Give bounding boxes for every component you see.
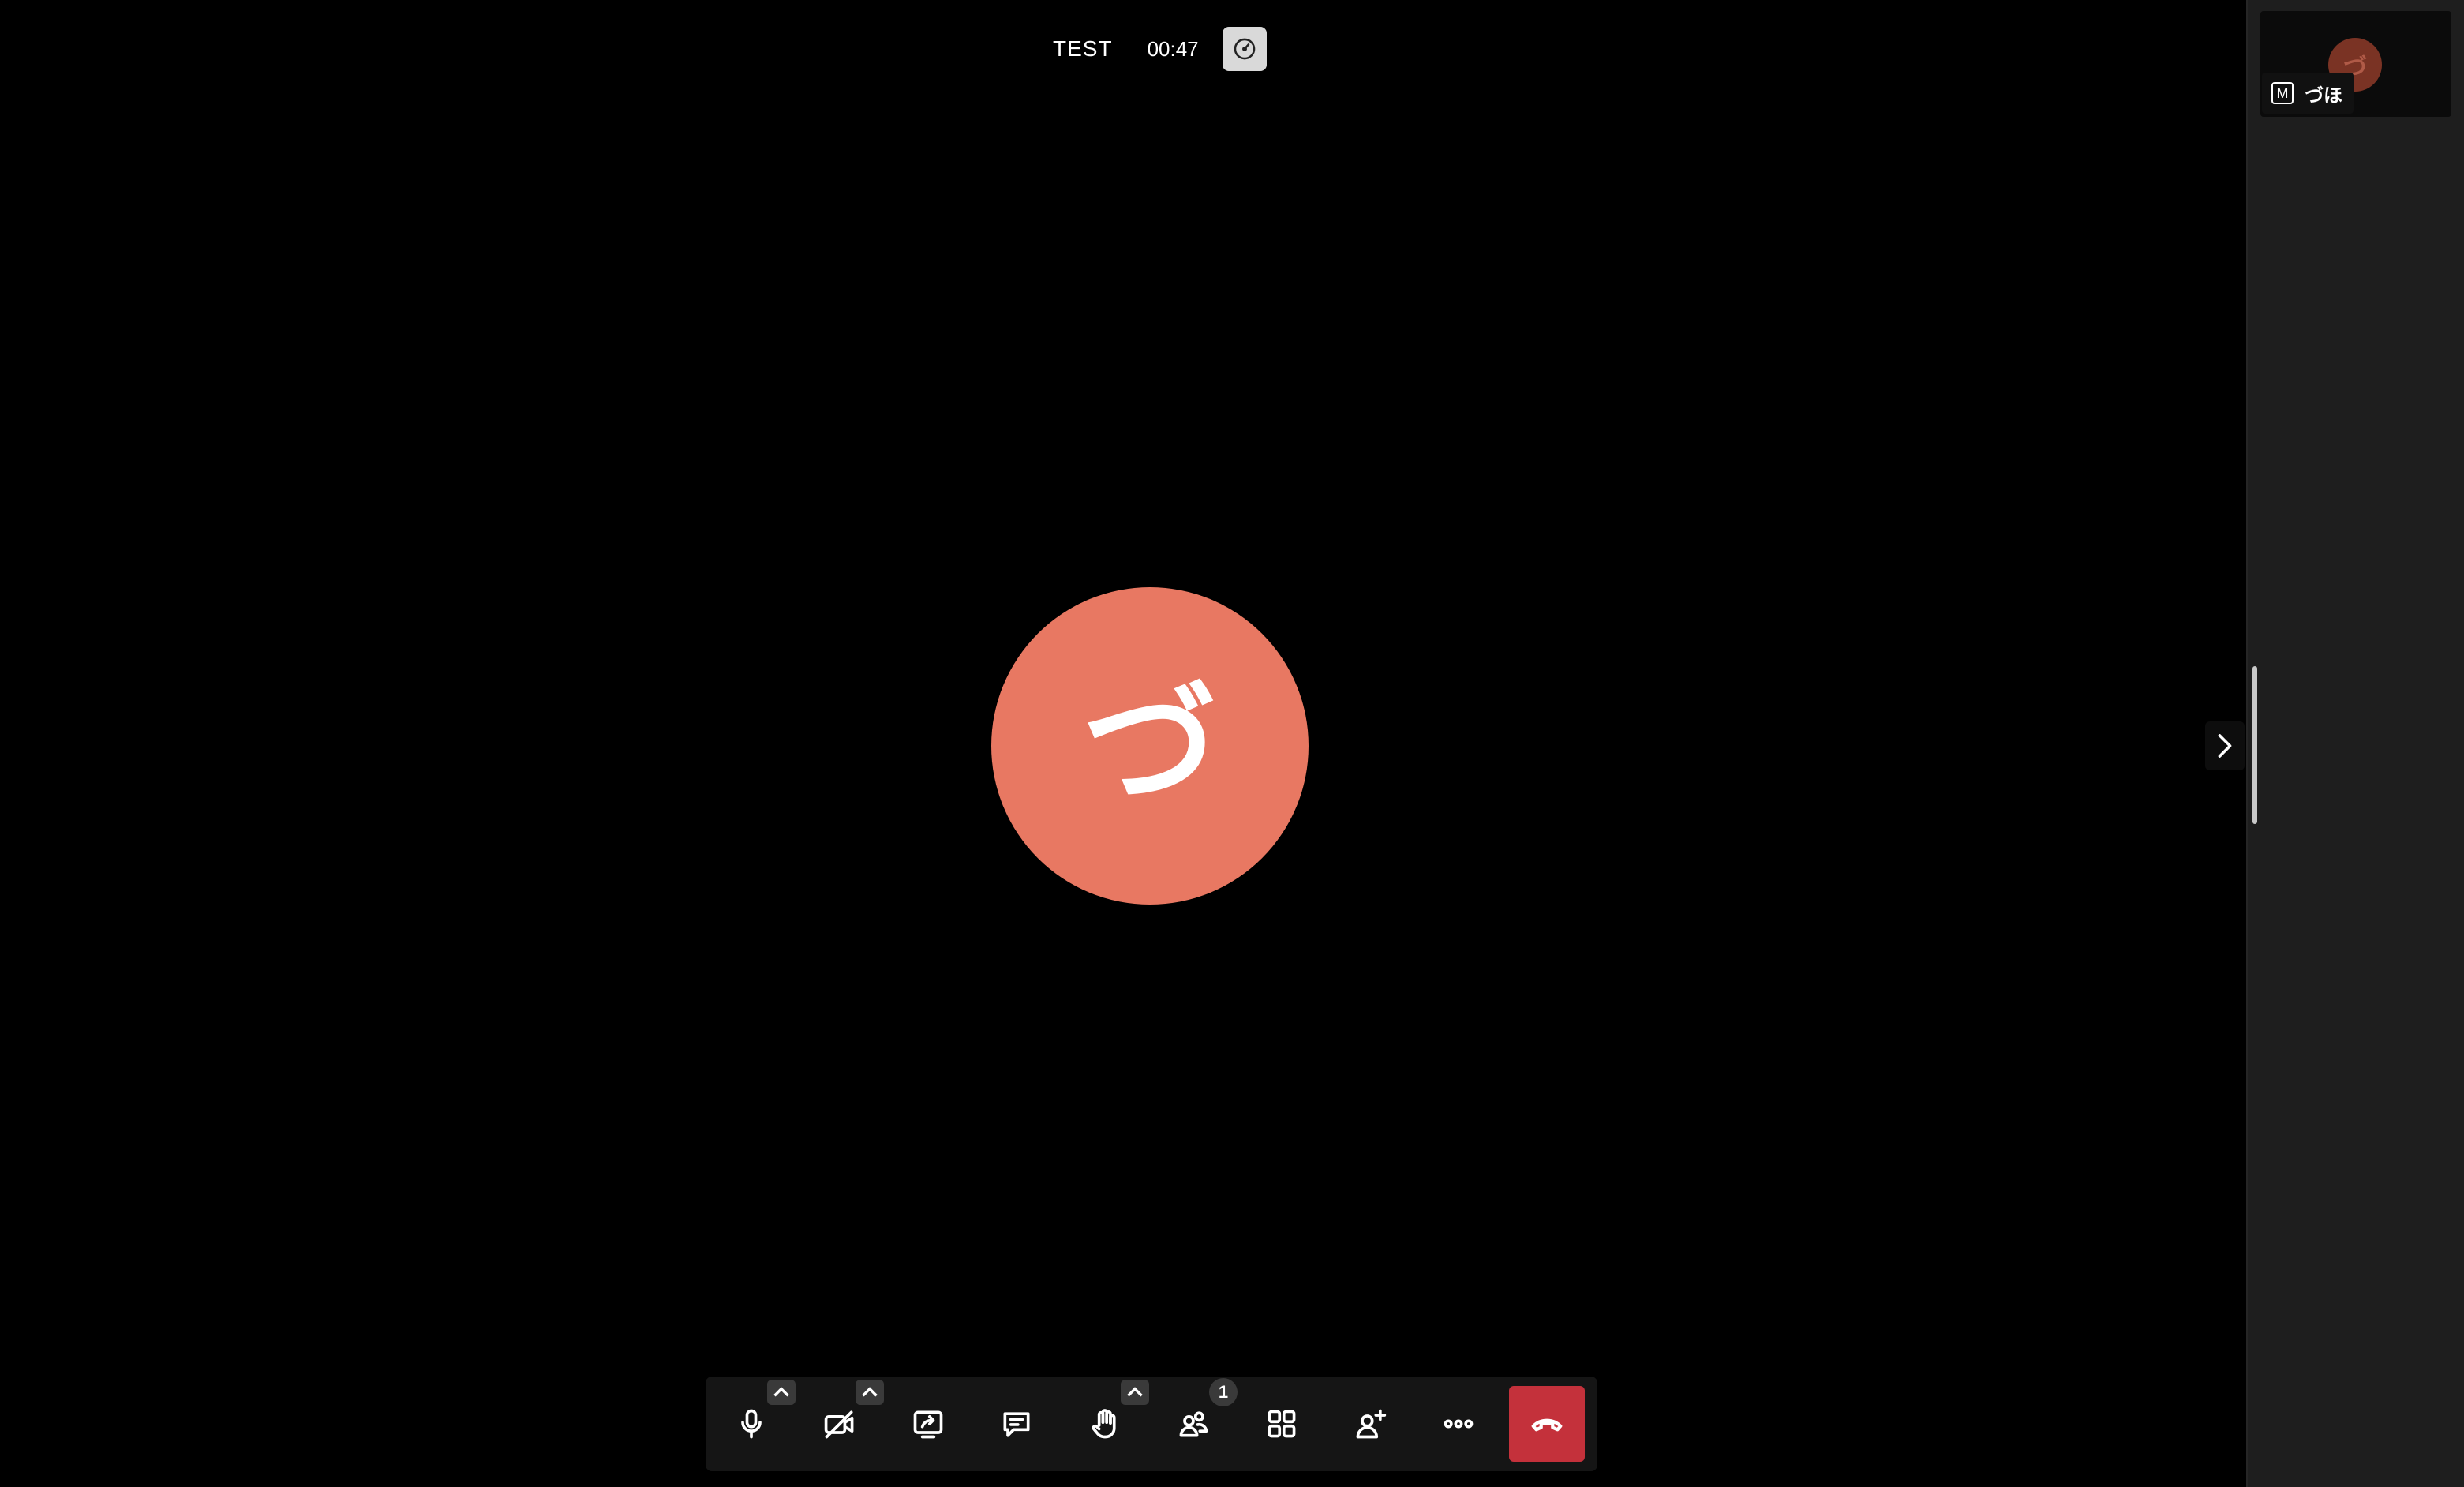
chat-button[interactable] (979, 1386, 1054, 1462)
add-person-icon (1356, 1409, 1387, 1439)
participant-avatar: づ (991, 587, 1309, 905)
participant-tile[interactable]: づ M づほ (2260, 11, 2451, 117)
meeting-title: TEST (1053, 36, 1113, 61)
connection-stats-button[interactable] (1222, 27, 1267, 71)
chevron-up-icon (773, 1387, 789, 1397)
participant-count-badge: 1 (1209, 1378, 1238, 1406)
video-stage: TEST 00:47 づ 1 (0, 0, 2246, 1487)
chevron-up-icon (1127, 1387, 1143, 1397)
chevron-right-icon (2218, 734, 2232, 758)
tile-view-button[interactable] (1244, 1386, 1320, 1462)
more-dots-icon (1444, 1419, 1474, 1429)
camera-off-icon (824, 1410, 854, 1439)
reactions-options-button[interactable] (1121, 1380, 1149, 1405)
gauge-icon (1234, 38, 1255, 60)
grid-icon (1268, 1410, 1296, 1438)
avatar-initial: づ (1082, 668, 1217, 824)
participant-name-label: M づほ (2262, 73, 2354, 114)
call-toolbar: 1 (706, 1377, 1597, 1471)
filmstrip-scrollbar[interactable] (2252, 666, 2257, 824)
hang-up-icon (1531, 1418, 1563, 1432)
screen-share-icon (913, 1410, 943, 1439)
microphone-icon (741, 1409, 762, 1439)
microphone-options-button[interactable] (767, 1380, 796, 1405)
participant-name: づほ (2305, 84, 2342, 107)
leave-meeting-button[interactable] (1509, 1386, 1585, 1462)
hand-icon (1092, 1409, 1116, 1439)
invite-people-button[interactable] (1332, 1386, 1408, 1462)
meeting-header: TEST 00:47 (1042, 25, 1267, 73)
chat-bubble-icon (1003, 1412, 1030, 1437)
toggle-filmstrip-button[interactable] (2205, 721, 2245, 770)
meeting-timer: 00:47 (1139, 36, 1207, 62)
filmstrip-panel: づ M づほ (2246, 0, 2464, 1487)
camera-options-button[interactable] (856, 1380, 884, 1405)
more-actions-button[interactable] (1421, 1386, 1496, 1462)
chevron-up-icon (862, 1387, 878, 1397)
share-screen-button[interactable] (890, 1386, 966, 1462)
people-icon (1179, 1411, 1208, 1437)
moderator-badge-icon: M (2271, 82, 2294, 104)
